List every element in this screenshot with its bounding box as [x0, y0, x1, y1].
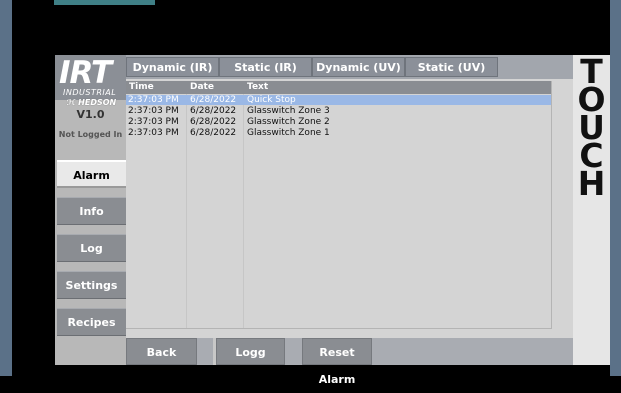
- cell-text: Glasswitch Zone 1: [247, 128, 330, 138]
- cell-time: 2:37:03 PM: [128, 95, 179, 105]
- cell-date: 6/28/2022: [190, 95, 237, 105]
- column-time[interactable]: Time: [129, 81, 154, 94]
- cell-date: 6/28/2022: [190, 106, 237, 116]
- table-row[interactable]: 2:37:03 PM 6/28/2022 Glasswitch Zone 2: [126, 117, 551, 127]
- reset-alarm-button[interactable]: Reset Alarm: [302, 338, 372, 386]
- login-status: Not Logged In: [58, 130, 123, 139]
- tab-static-ir[interactable]: Static (IR): [219, 57, 312, 77]
- nav-recipes-button[interactable]: Recipes: [57, 308, 126, 336]
- cell-time: 2:37:03 PM: [128, 117, 179, 127]
- hedson-text: HEDSON: [78, 98, 117, 107]
- version-label: V1.0: [76, 108, 105, 121]
- column-text[interactable]: Text: [247, 81, 268, 94]
- bezel-right: [610, 0, 621, 376]
- table-row[interactable]: 2:37:03 PM 6/28/2022 Glasswitch Zone 3: [126, 106, 551, 116]
- cell-text: Glasswitch Zone 3: [247, 106, 330, 116]
- bezel-left: [0, 0, 12, 376]
- nav-info-button[interactable]: Info: [57, 197, 126, 225]
- cell-date: 6/28/2022: [190, 128, 237, 138]
- cell-time: 2:37:03 PM: [128, 106, 179, 116]
- tab-static-uv[interactable]: Static (UV): [405, 57, 498, 77]
- top-accent-tab: [54, 0, 155, 5]
- tab-dynamic-ir[interactable]: Dynamic (IR): [126, 57, 219, 77]
- touch-brand-text: TOUCH: [575, 55, 608, 203]
- cell-text: Quick Stop: [247, 95, 296, 105]
- nav-alarm-button[interactable]: Alarm: [57, 160, 126, 188]
- nav-settings-button[interactable]: Settings: [57, 271, 126, 299]
- table-header: Time Date Text: [126, 81, 551, 94]
- hedson-logo: ℋ HEDSON: [66, 98, 117, 107]
- table-row[interactable]: 2:37:03 PM 6/28/2022 Glasswitch Zone 1: [126, 128, 551, 138]
- cell-date: 6/28/2022: [190, 117, 237, 127]
- logo-subtext: INDUSTRIAL: [63, 88, 117, 97]
- cell-time: 2:37:03 PM: [128, 128, 179, 138]
- column-date[interactable]: Date: [190, 81, 214, 94]
- tab-dynamic-uv[interactable]: Dynamic (UV): [312, 57, 405, 77]
- logo-text: IRT: [59, 55, 112, 91]
- logg-button[interactable]: Logg: [216, 338, 285, 365]
- nav-log-button[interactable]: Log: [57, 234, 126, 262]
- touch-letter: H: [577, 164, 606, 203]
- table-row[interactable]: 2:37:03 PM 6/28/2022 Quick Stop: [126, 95, 551, 105]
- cell-text: Glasswitch Zone 2: [247, 117, 330, 127]
- back-button[interactable]: Back: [126, 338, 197, 365]
- irt-logo: IRT INDUSTRIAL: [55, 55, 126, 100]
